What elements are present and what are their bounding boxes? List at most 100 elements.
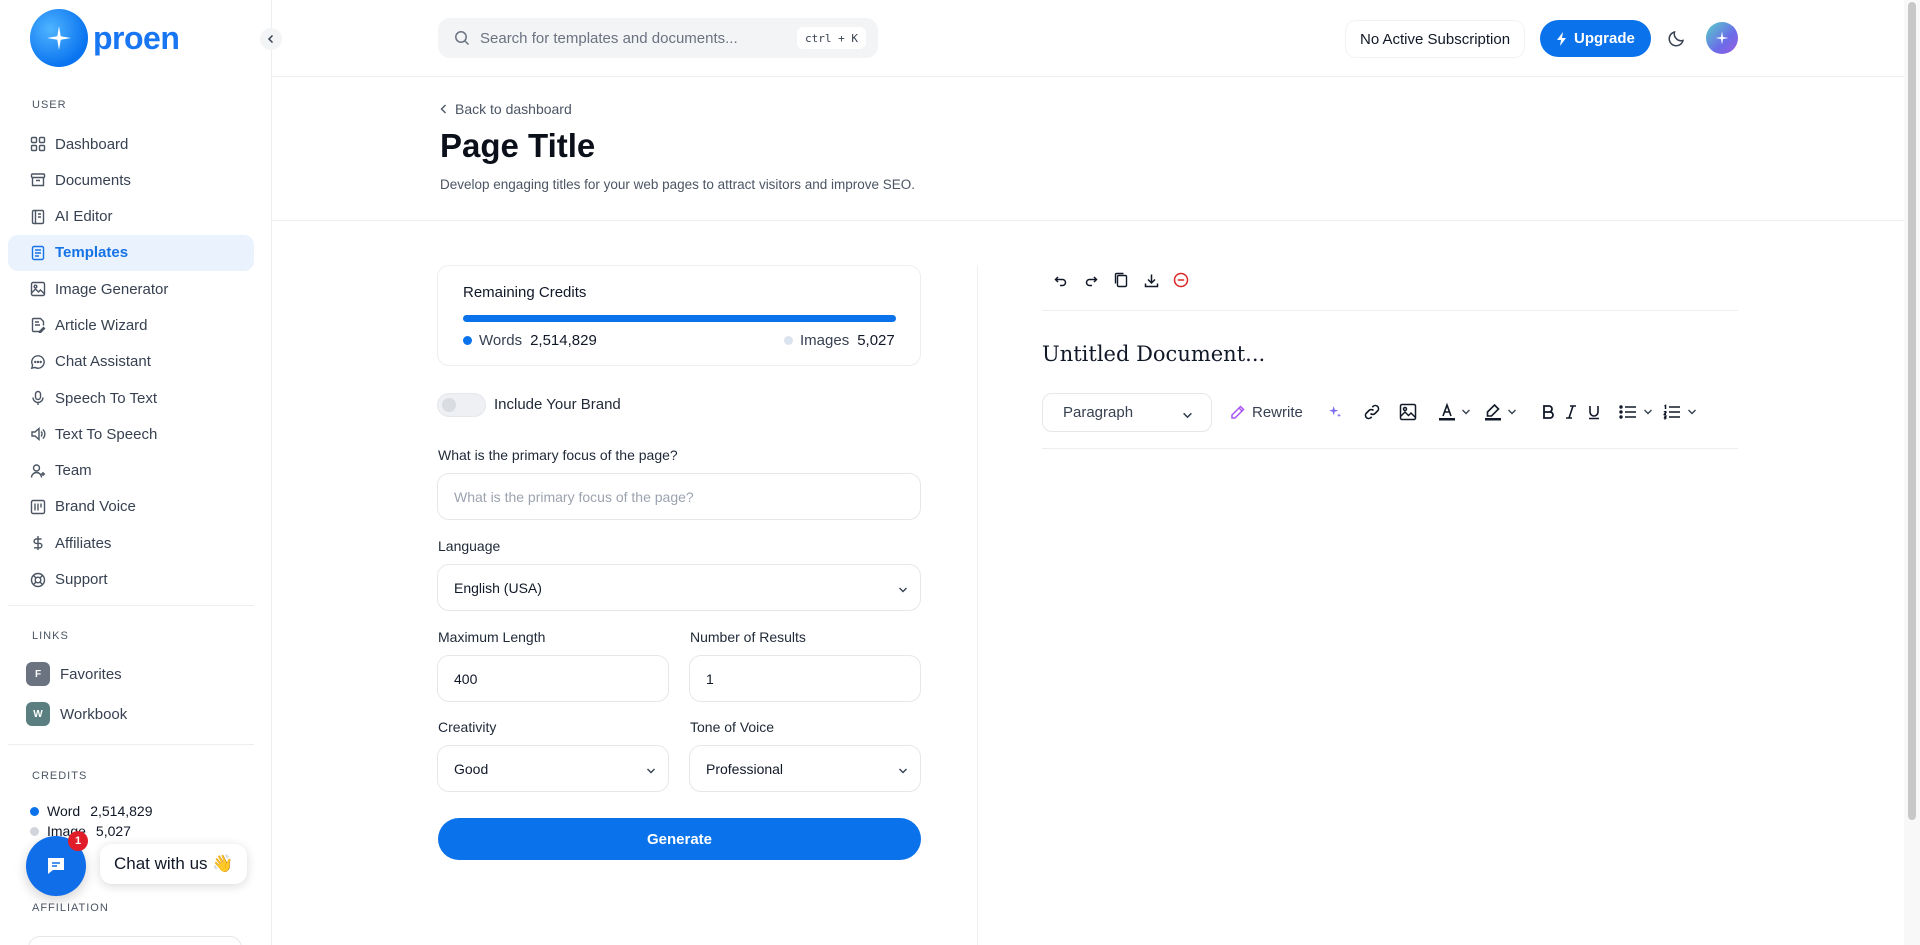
pencil-icon (1230, 404, 1246, 420)
images-label: Images (800, 332, 850, 349)
sidebar-item-templates[interactable]: Templates (8, 234, 254, 271)
link-label: Workbook (60, 705, 128, 723)
search-input[interactable]: Search for templates and documents... ct… (438, 18, 878, 58)
num-results-label: Number of Results (690, 629, 806, 645)
sidebar-divider (8, 605, 254, 606)
words-dot (463, 336, 472, 345)
document-title[interactable]: Untitled Document... (1042, 342, 1265, 366)
max-length-label: Maximum Length (438, 629, 546, 645)
chat-with-us-label[interactable]: Chat with us 👋 (100, 844, 248, 884)
highlight-icon[interactable] (1483, 400, 1503, 424)
image-icon (30, 281, 46, 297)
chevron-down-icon[interactable] (1507, 400, 1517, 424)
sidebar-item-brand-voice[interactable]: Brand Voice (8, 489, 254, 525)
clear-document-icon[interactable] (1166, 270, 1196, 290)
sidebar-item-ai-editor[interactable]: AI Editor (8, 199, 254, 235)
sidebar-item-dashboard[interactable]: Dashboard (8, 126, 254, 162)
link-icon[interactable] (1363, 400, 1381, 424)
chevron-down-icon[interactable] (1687, 400, 1697, 424)
sidebar-item-label: Affiliates (55, 534, 112, 552)
link-badge: W (26, 702, 50, 726)
italic-icon[interactable] (1565, 400, 1577, 424)
chat-bubble-icon (48, 858, 64, 874)
toggle-knob (442, 398, 456, 412)
subscription-status[interactable]: No Active Subscription (1346, 21, 1525, 57)
upgrade-button[interactable]: Upgrade (1540, 20, 1651, 57)
link-workbook[interactable]: W Workbook (26, 702, 127, 726)
page-scrollbar[interactable] (1904, 0, 1920, 945)
ai-sparkle-icon[interactable] (1327, 400, 1343, 424)
rewrite-button[interactable]: Rewrite (1230, 404, 1303, 421)
language-label: Language (438, 538, 501, 554)
page-title: Page Title (440, 127, 596, 164)
chat-icon (30, 354, 46, 370)
chevron-left-icon (267, 34, 274, 44)
sidebar-item-affiliates[interactable]: Affiliates (8, 525, 254, 561)
back-to-dashboard-link[interactable]: Back to dashboard (440, 101, 572, 117)
bold-icon[interactable] (1541, 400, 1555, 424)
chat-notification-badge: 1 (68, 831, 88, 851)
chevron-down-icon[interactable] (1461, 400, 1471, 424)
link-favorites[interactable]: F Favorites (26, 662, 122, 686)
credit-value: 5,027 (95, 823, 131, 839)
topbar: Search for templates and documents... ct… (272, 0, 1904, 77)
lightning-icon (1556, 31, 1568, 46)
copy-icon[interactable] (1106, 270, 1136, 290)
download-icon[interactable] (1136, 270, 1166, 290)
focus-placeholder: What is the primary focus of the page? (454, 488, 694, 505)
sidebar-item-image-generator[interactable]: Image Generator (8, 271, 254, 307)
sidebar-item-support[interactable]: Support (8, 562, 254, 598)
bullet-list-icon[interactable] (1619, 400, 1637, 424)
image-icon[interactable] (1399, 400, 1417, 424)
sidebar-item-team[interactable]: Team (8, 453, 254, 489)
sidebar-item-text-to-speech[interactable]: Text To Speech (8, 416, 254, 452)
mic-icon (30, 390, 46, 406)
lifebuoy-icon (30, 572, 46, 588)
text-color-icon[interactable] (1437, 400, 1457, 424)
sidebar-item-label: Article Wizard (55, 316, 148, 334)
chevron-down-icon (898, 763, 908, 779)
words-credit: Words 2,514,829 (463, 332, 597, 349)
block-type-select[interactable]: Paragraph (1042, 392, 1212, 432)
generate-button[interactable]: Generate (438, 818, 921, 860)
rewrite-label: Rewrite (1252, 403, 1303, 421)
sidebar-item-label: Image Generator (55, 280, 169, 298)
chevron-down-icon[interactable] (1643, 400, 1653, 424)
logo[interactable]: proen (30, 9, 180, 67)
editor-toolbar (1046, 270, 1196, 290)
avatar[interactable] (1706, 22, 1738, 54)
underline-icon[interactable] (1587, 400, 1601, 424)
max-length-input[interactable]: 400 (437, 655, 669, 702)
file-text-icon (30, 245, 46, 261)
sidebar-item-label: Dashboard (55, 135, 129, 153)
tone-label: Tone of Voice (690, 719, 775, 735)
tone-select[interactable]: Professional (689, 745, 921, 792)
dark-mode-toggle[interactable] (1667, 28, 1687, 53)
numbered-list-icon[interactable] (1663, 400, 1681, 424)
sidebar-item-label: Team (55, 462, 92, 480)
affiliation-card (28, 936, 242, 945)
redo-icon[interactable] (1076, 270, 1106, 290)
page-description: Develop engaging titles for your web pag… (440, 177, 915, 192)
credit-word: Word 2,514,829 (30, 803, 153, 819)
sidebar-item-label: Text To Speech (55, 425, 158, 443)
tone-value: Professional (706, 760, 784, 777)
sidebar-item-article-wizard[interactable]: Article Wizard (8, 307, 254, 343)
moon-icon (1668, 30, 1685, 47)
max-length-value: 400 (454, 670, 478, 687)
sidebar-item-documents[interactable]: Documents (8, 162, 254, 198)
sparkle-logo-icon (30, 9, 88, 67)
language-select[interactable]: English (USA) (437, 564, 921, 611)
creativity-select[interactable]: Good (437, 745, 669, 792)
sidebar-item-chat-assistant[interactable]: Chat Assistant (8, 344, 254, 380)
include-brand-toggle[interactable] (437, 393, 486, 417)
scroll-thumb[interactable] (1908, 2, 1916, 820)
credit-label: Word (47, 803, 81, 819)
notebook-icon (30, 209, 46, 225)
sidebar-item-speech-to-text[interactable]: Speech To Text (8, 380, 254, 416)
undo-icon[interactable] (1046, 270, 1076, 290)
collapse-sidebar-button[interactable] (260, 28, 282, 50)
num-results-input[interactable]: 1 (689, 655, 921, 702)
focus-input[interactable]: What is the primary focus of the page? (437, 473, 921, 520)
file-edit-icon (30, 317, 46, 334)
